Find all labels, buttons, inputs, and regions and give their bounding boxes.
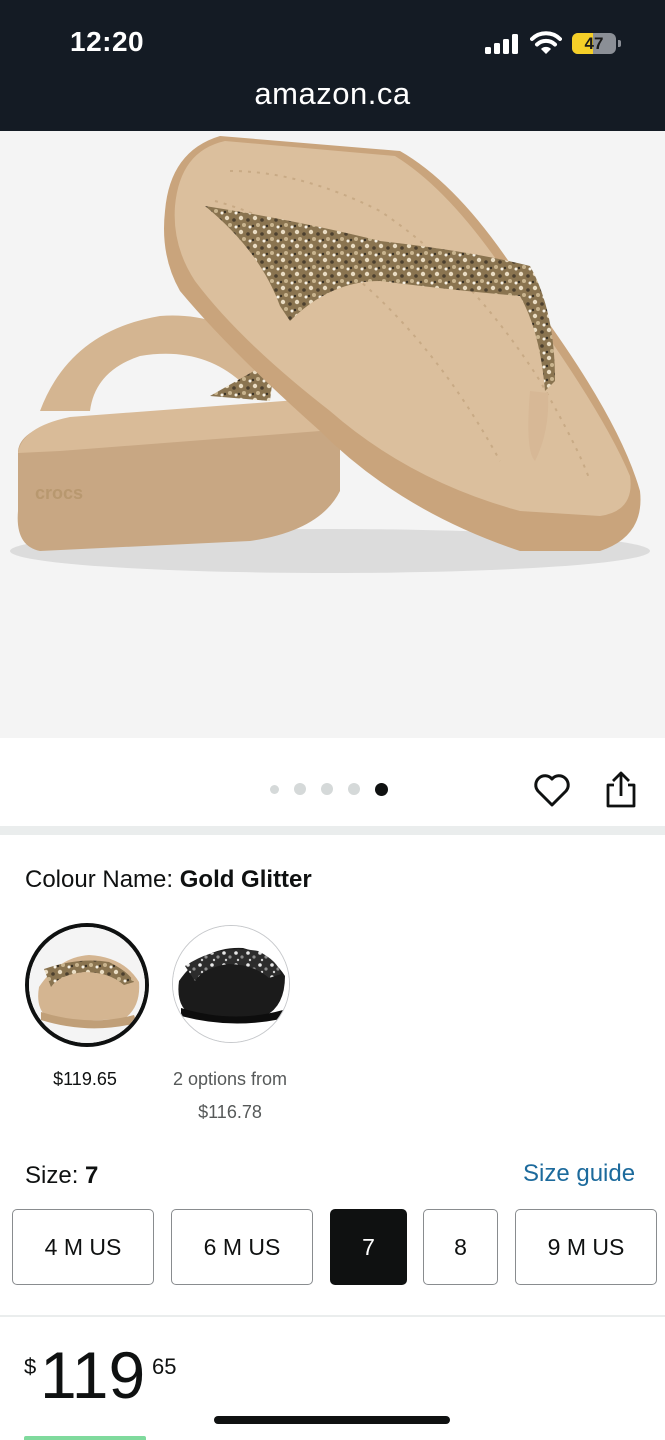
image-carousel-dots[interactable] (270, 781, 388, 797)
carousel-dot[interactable] (321, 783, 333, 795)
swatch-price-line1: 2 options from (172, 1069, 288, 1089)
size-label: Size: 7 (25, 1162, 98, 1190)
colour-label-prefix: Colour Name: (25, 866, 174, 893)
battery-tip (618, 40, 621, 47)
home-indicator[interactable] (214, 1416, 450, 1424)
product-image[interactable]: crocs (0, 131, 665, 738)
deal-badge-edge (24, 1436, 146, 1440)
status-time: 12:20 (70, 26, 145, 57)
browser-url[interactable]: amazon.ca (0, 76, 665, 112)
size-option-6[interactable]: 6 M US (171, 1209, 313, 1285)
swatch-price-line2: $116.78 (198, 1102, 262, 1122)
share-icon[interactable] (603, 770, 639, 810)
carousel-dot[interactable] (294, 783, 306, 795)
colour-name-value: Gold Glitter (179, 866, 312, 893)
heart-icon[interactable] (532, 770, 572, 810)
size-value: 7 (85, 1162, 99, 1189)
sandal-illustration: crocs (10, 136, 650, 573)
size-option-9[interactable]: 9 M US (515, 1209, 657, 1285)
black-sandal-thumbnail (173, 926, 289, 1042)
size-option-8[interactable]: 8 (423, 1209, 498, 1285)
price-fraction: 65 (152, 1354, 177, 1379)
colour-swatch-black[interactable] (172, 925, 290, 1043)
colour-name-label: Colour Name: Gold Glitter (25, 866, 312, 894)
price-whole: 119 (40, 1338, 146, 1412)
price-currency-symbol: $ (24, 1354, 37, 1379)
carousel-dot-active[interactable] (375, 782, 388, 796)
battery-icon: 47 (572, 33, 616, 54)
section-divider (0, 826, 665, 835)
svg-text:crocs: crocs (35, 483, 83, 503)
size-label-prefix: Size: (25, 1162, 79, 1189)
size-guide-link[interactable]: Size guide (523, 1160, 635, 1188)
swatch-price: $119.65 (53, 1069, 117, 1089)
size-option-4[interactable]: 4 M US (12, 1209, 154, 1285)
wifi-icon (530, 31, 562, 54)
battery-level: 47 (584, 34, 604, 53)
size-option-7[interactable]: 7 (330, 1209, 407, 1285)
carousel-dot[interactable] (348, 783, 360, 795)
section-divider (0, 1315, 665, 1317)
gold-sandal-thumbnail (29, 927, 145, 1043)
status-and-url-bar: 12:20 47 amazon.ca (0, 0, 665, 131)
colour-swatch-gold-glitter[interactable] (25, 923, 149, 1047)
cellular-signal-icon (485, 34, 518, 54)
carousel-dot[interactable] (270, 784, 279, 794)
